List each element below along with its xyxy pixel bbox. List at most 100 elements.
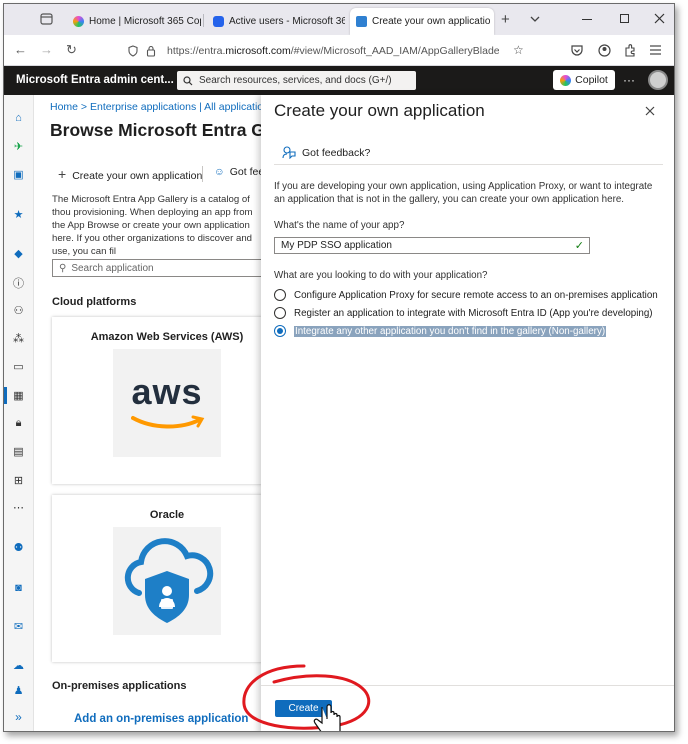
extensions-icon[interactable]: [624, 44, 636, 57]
create-application-panel: Create your own application Got feedback…: [261, 95, 674, 731]
feedback-label: Got feedback?: [302, 146, 371, 159]
command-label: Got fee: [229, 166, 265, 178]
message-icon[interactable]: ✉: [11, 619, 26, 634]
menu-icon[interactable]: [650, 45, 661, 55]
tab-list-chevron-icon[interactable]: [530, 16, 540, 23]
admin-favicon-icon: [213, 16, 224, 27]
on-premises-heading: On-premises applications: [52, 680, 187, 692]
url-host: microsoft.com: [225, 45, 291, 57]
tab-active-users[interactable]: Active users - Microsoft 36 ✕: [207, 8, 345, 35]
avatar[interactable]: [648, 70, 668, 90]
feedback-icon: ☺: [214, 166, 225, 178]
profile-card-icon[interactable]: ◙: [11, 580, 26, 595]
purpose-question-label: What are you looking to do with your app…: [274, 270, 488, 281]
expand-rail-icon[interactable]: »: [11, 709, 26, 724]
reload-icon[interactable]: ↻: [66, 42, 77, 58]
panel-title: Create your own application: [274, 101, 485, 120]
copilot-button[interactable]: Copilot: [553, 70, 615, 90]
person-icon[interactable]: ♟: [11, 683, 26, 698]
option-non-gallery[interactable]: Integrate any other application you don'…: [274, 325, 607, 337]
tab-create-application[interactable]: Create your own applicatio ✕: [350, 8, 494, 35]
panel-intro-text: If you are developing your own applicati…: [274, 181, 653, 205]
tab-microsoft-365[interactable]: Home | Microsoft 365 Cop ✕: [67, 8, 201, 35]
got-feedback-button[interactable]: Got feedback?: [282, 146, 370, 159]
radio-button[interactable]: [274, 307, 286, 319]
option-label: Integrate any other application you don'…: [294, 325, 607, 337]
portal-header: Microsoft Entra admin cent... Search res…: [4, 66, 674, 95]
minimize-button[interactable]: [582, 19, 592, 20]
option-application-proxy[interactable]: Configure Application Proxy for secure r…: [274, 289, 658, 301]
pocket-icon[interactable]: [571, 45, 583, 56]
option-register-app[interactable]: Register an application to integrate wit…: [274, 307, 653, 319]
create-button[interactable]: Create: [275, 700, 332, 717]
copilot-icon: [560, 74, 572, 86]
search-icon: ⚲: [59, 262, 67, 274]
identity-icon[interactable]: ▣: [11, 167, 26, 182]
oracle-card[interactable]: Oracle: [52, 495, 282, 662]
add-on-premises-link[interactable]: Add an on-premises application: [74, 713, 248, 725]
browser-window: Home | Microsoft 365 Cop ✕ Active users …: [3, 3, 675, 732]
aws-card[interactable]: Amazon Web Services (AWS) aws: [52, 317, 282, 484]
app-name-input[interactable]: My PDP SSO application ✓: [274, 237, 590, 254]
favorites-star-icon[interactable]: ★: [11, 207, 26, 222]
bookmark-star-icon[interactable]: ☆: [513, 43, 524, 57]
oracle-logo: [113, 527, 221, 635]
app-name-value: My PDP SSO application: [281, 240, 392, 251]
card-title: Amazon Web Services (AWS): [90, 331, 244, 343]
search-placeholder: Search application: [71, 262, 154, 274]
radio-button-selected[interactable]: [274, 325, 286, 337]
navigation-toolbar: ← → ↻ https://entra. microsoft.com/#view/…: [4, 35, 674, 66]
window-close-button[interactable]: [654, 13, 665, 24]
page-title: Browse Microsoft Entra Gal: [50, 120, 280, 140]
close-tab-icon[interactable]: ✕: [490, 16, 494, 27]
search-icon: [183, 75, 193, 85]
info-icon[interactable]: ⓘ: [11, 275, 26, 290]
feedback-icon: [282, 146, 296, 159]
cloud-platforms-heading: Cloud platforms: [52, 296, 137, 308]
tab-overview-icon[interactable]: [40, 13, 53, 25]
tab-title: Create your own applicatio: [372, 16, 491, 27]
url-prefix: https://entra.: [167, 45, 226, 57]
close-panel-icon[interactable]: [645, 106, 655, 116]
breadcrumb[interactable]: Home > Enterprise applications | All app…: [50, 101, 263, 113]
radio-button[interactable]: [274, 289, 286, 301]
aws-logo: aws: [113, 349, 221, 457]
maximize-button[interactable]: [620, 14, 629, 23]
left-navigation-rail: ⌂ ✈ ▣ ★ ◆ ⓘ ⚇ ⁂ ▭ ▦ 🔒︎ ▤ ⊞ ⋯ ⚉ ◙ ✉ ☁ ♟ »: [4, 95, 34, 731]
got-feedback-command[interactable]: ☺ Got fee: [214, 166, 264, 178]
copilot-label: Copilot: [575, 74, 608, 86]
more-services-icon[interactable]: ⋯: [11, 500, 26, 515]
aws-logo-text: aws: [131, 371, 203, 412]
user-settings-icon[interactable]: ⚉: [11, 540, 26, 555]
governance-icon[interactable]: ⊞: [11, 473, 26, 488]
cloud-icon[interactable]: ☁: [11, 658, 26, 673]
copilot-favicon-icon: [73, 16, 84, 27]
user-icon[interactable]: ⚇: [11, 303, 26, 318]
tab-title: Home | Microsoft 365 Cop: [89, 16, 201, 27]
id-card-icon[interactable]: ▤: [11, 444, 26, 459]
lock-icon[interactable]: 🔒︎: [11, 416, 26, 431]
back-arrow-icon[interactable]: ←: [14, 42, 27, 57]
devices-icon[interactable]: ▭: [11, 359, 26, 374]
option-label: Configure Application Proxy for secure r…: [294, 289, 658, 301]
groups-icon[interactable]: ⁂: [11, 331, 26, 346]
forward-arrow-icon[interactable]: →: [40, 42, 53, 57]
home-icon[interactable]: ⌂: [11, 110, 26, 125]
plus-icon: +: [58, 166, 67, 182]
more-options-icon[interactable]: ···: [623, 73, 635, 87]
account-icon[interactable]: [598, 44, 611, 57]
search-application-input[interactable]: ⚲ Search application: [52, 259, 264, 277]
new-tab-button[interactable]: +: [501, 4, 510, 35]
diamond-icon[interactable]: ◆: [11, 246, 26, 261]
entra-favicon-icon: [356, 16, 367, 27]
url-path: /#view/Microsoft_AAD_IAM/AppGalleryBlade…: [290, 45, 499, 57]
applications-icon[interactable]: ▦: [11, 388, 26, 403]
portal-brand[interactable]: Microsoft Entra admin cent...: [16, 74, 174, 86]
lock-icon[interactable]: [146, 45, 156, 57]
global-search-input[interactable]: Search resources, services, and docs (G+…: [177, 71, 416, 90]
app-name-label: What's the name of your app?: [274, 220, 405, 231]
shield-icon[interactable]: [128, 45, 138, 57]
get-started-icon[interactable]: ✈: [11, 139, 26, 154]
create-own-app-command[interactable]: + Create your own application: [58, 166, 202, 182]
url-field[interactable]: https://entra. microsoft.com/#view/Micros…: [159, 40, 499, 62]
